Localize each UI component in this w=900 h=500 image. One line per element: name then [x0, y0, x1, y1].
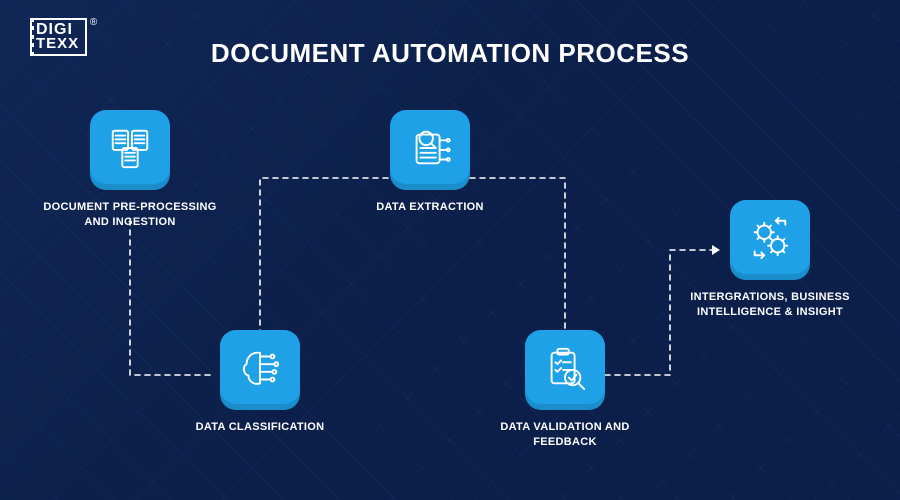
label-validation: DATA VALIDATION AND FEEDBACK [475, 420, 655, 450]
tile-integrations [730, 200, 810, 280]
label-extraction: DATA EXTRACTION [340, 200, 520, 215]
document-search-icon [407, 125, 453, 176]
label-preprocessing: DOCUMENT PRE-PROCESSING AND INGESTION [40, 200, 220, 230]
diagram-stage: DOCUMENT PRE-PROCESSING AND INGESTION DA… [0, 0, 900, 500]
node-extraction: DATA EXTRACTION [340, 110, 520, 215]
tile-preprocessing [90, 110, 170, 190]
node-validation: DATA VALIDATION AND FEEDBACK [475, 330, 655, 450]
tile-classification [220, 330, 300, 410]
tile-validation [525, 330, 605, 410]
node-integrations: INTERGRATIONS, BUSINESS INTELLIGENCE & I… [680, 200, 860, 320]
documents-icon [107, 125, 153, 176]
brain-circuit-icon [237, 345, 283, 396]
gears-sync-icon [747, 215, 793, 266]
node-classification: DATA CLASSIFICATION [170, 330, 350, 435]
node-preprocessing: DOCUMENT PRE-PROCESSING AND INGESTION [40, 110, 220, 230]
label-classification: DATA CLASSIFICATION [170, 420, 350, 435]
clipboard-check-icon [542, 345, 588, 396]
tile-extraction [390, 110, 470, 190]
label-integrations: INTERGRATIONS, BUSINESS INTELLIGENCE & I… [680, 290, 860, 320]
